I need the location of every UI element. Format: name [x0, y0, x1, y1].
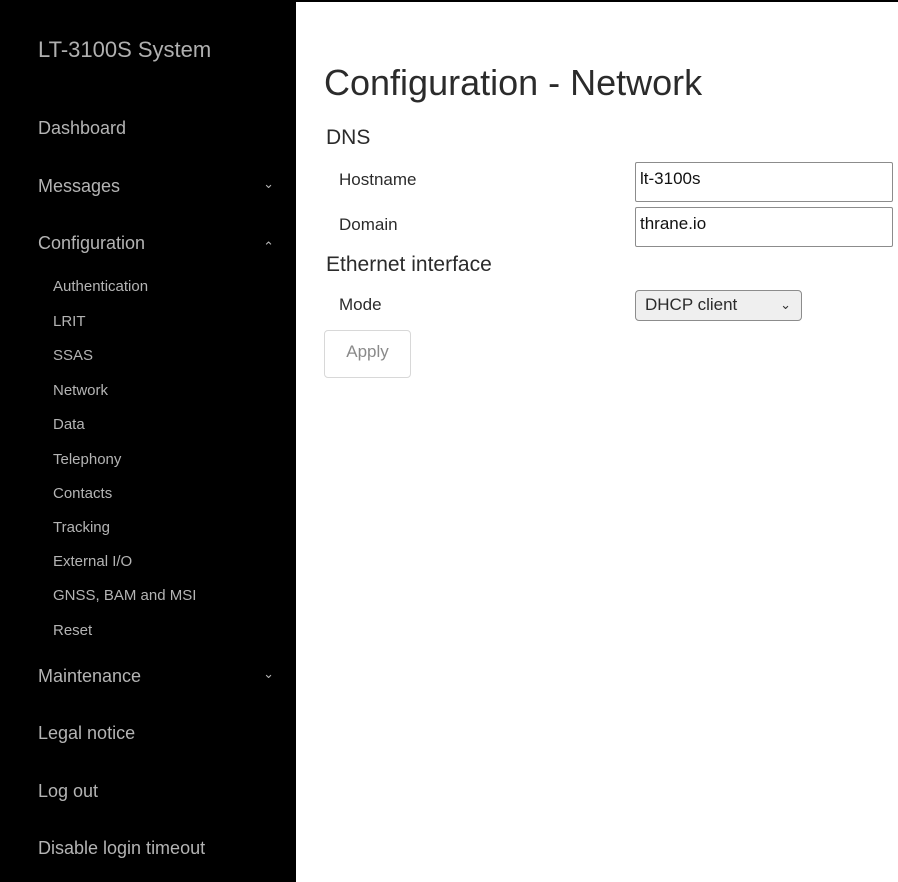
sidebar-item-label: Configuration: [38, 233, 146, 253]
sidebar-subitem-gnss-bam-msi[interactable]: GNSS, BAM and MSI: [53, 587, 196, 604]
chevron-down-icon: ⌄: [263, 666, 274, 681]
sidebar-subitem-data[interactable]: Data: [53, 416, 85, 433]
sidebar-item-label: Maintenance: [38, 666, 142, 686]
sidebar-item-label: Dashboard: [38, 118, 127, 138]
brand-title: LT-3100S System: [38, 37, 212, 62]
sidebar-item-maintenance[interactable]: Maintenance ⌄: [38, 666, 274, 687]
sidebar: LT-3100S System Dashboard Messages ⌄ Con…: [0, 0, 296, 882]
sidebar-item-configuration[interactable]: Configuration ⌃: [38, 233, 274, 254]
mode-label: Mode: [339, 295, 382, 314]
sidebar-subitem-reset[interactable]: Reset: [53, 622, 92, 639]
sidebar-item-label: Legal notice: [38, 723, 136, 743]
dns-heading: DNS: [326, 126, 371, 149]
sidebar-subitem-ssas[interactable]: SSAS: [53, 347, 93, 364]
sidebar-item-label: Messages: [38, 176, 121, 196]
domain-label: Domain: [339, 215, 398, 234]
main-content: Configuration - Network DNS Hostname lt-…: [296, 0, 898, 882]
sidebar-item-label: Disable login timeout: [38, 838, 206, 858]
chevron-down-icon: ⌄: [780, 297, 791, 312]
sidebar-item-legal-notice[interactable]: Legal notice: [38, 723, 274, 744]
hostname-label: Hostname: [339, 170, 417, 189]
chevron-up-icon: ⌃: [263, 239, 274, 254]
sidebar-subitem-contacts[interactable]: Contacts: [53, 485, 112, 502]
domain-field[interactable]: thrane.io: [635, 207, 893, 247]
sidebar-subitem-lrit[interactable]: LRIT: [53, 313, 86, 330]
chevron-down-icon: ⌄: [263, 176, 274, 191]
sidebar-item-log-out[interactable]: Log out: [38, 781, 274, 802]
sidebar-item-dashboard[interactable]: Dashboard: [38, 118, 274, 139]
sidebar-item-label: Log out: [38, 781, 99, 801]
mode-select[interactable]: DHCP client ⌄: [635, 290, 802, 321]
sidebar-subitem-tracking[interactable]: Tracking: [53, 519, 110, 536]
sidebar-subitem-external-io[interactable]: External I/O: [53, 553, 132, 570]
sidebar-item-disable-login-timeout[interactable]: Disable login timeout: [38, 838, 274, 859]
sidebar-subitem-authentication[interactable]: Authentication: [53, 278, 148, 295]
ethernet-interface-heading: Ethernet interface: [326, 253, 492, 276]
sidebar-subitem-network[interactable]: Network: [53, 382, 108, 399]
apply-button[interactable]: Apply: [324, 330, 411, 378]
mode-select-value: DHCP client: [645, 295, 738, 314]
page-title: Configuration - Network: [324, 62, 703, 103]
sidebar-item-messages[interactable]: Messages ⌄: [38, 176, 274, 197]
sidebar-subitem-telephony[interactable]: Telephony: [53, 451, 121, 468]
hostname-field[interactable]: lt-3100s: [635, 162, 893, 202]
